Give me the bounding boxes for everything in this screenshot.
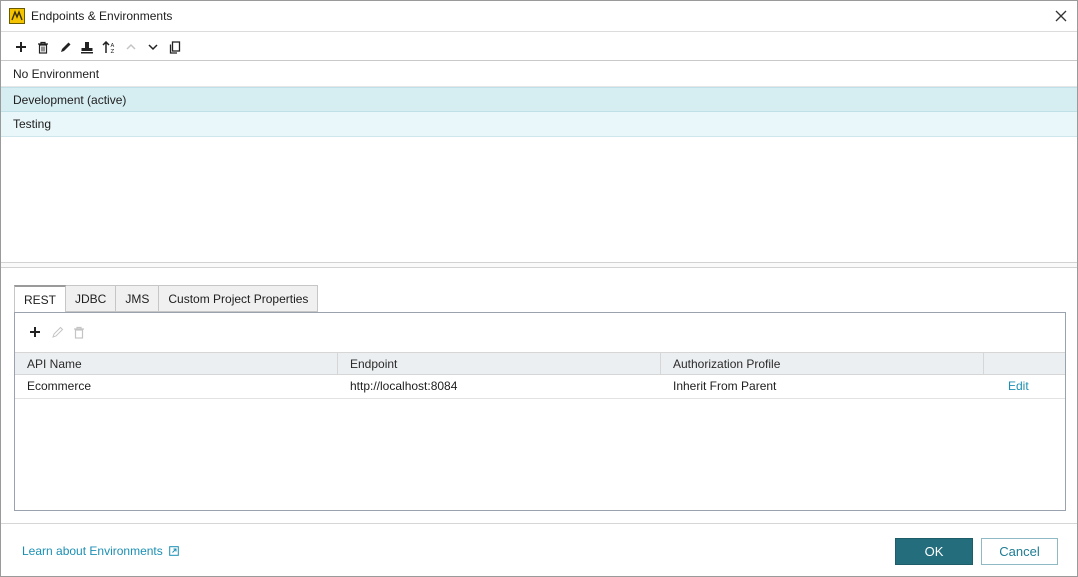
learn-link-label: Learn about Environments bbox=[22, 544, 163, 558]
add-icon bbox=[30, 327, 40, 337]
learn-about-environments-link[interactable]: Learn about Environments bbox=[22, 544, 179, 558]
copy-environment-button[interactable] bbox=[166, 38, 184, 56]
ok-button[interactable]: OK bbox=[895, 538, 973, 565]
endpoint-tabs: REST JDBC JMS Custom Project Properties bbox=[14, 285, 319, 313]
panel-splitter[interactable] bbox=[1, 262, 1077, 268]
close-icon bbox=[1055, 10, 1067, 22]
move-up-icon bbox=[126, 43, 136, 50]
column-header-endpoint[interactable]: Endpoint bbox=[338, 353, 661, 375]
delete-endpoint-button[interactable] bbox=[71, 324, 87, 340]
edit-endpoint-button[interactable] bbox=[49, 324, 65, 340]
activate-environment-button[interactable] bbox=[78, 38, 96, 56]
move-down-icon bbox=[148, 44, 158, 51]
delete-icon bbox=[38, 41, 48, 54]
delete-environment-button[interactable] bbox=[34, 38, 52, 56]
dialog-window: Endpoints & Environments AZ No Environme… bbox=[0, 0, 1078, 577]
column-header-authorization-profile[interactable]: Authorization Profile bbox=[661, 353, 984, 375]
svg-text:Z: Z bbox=[110, 49, 114, 54]
tab-custom-project-properties[interactable]: Custom Project Properties bbox=[159, 285, 319, 312]
cancel-button[interactable]: Cancel bbox=[981, 538, 1058, 565]
window-title: Endpoints & Environments bbox=[31, 9, 173, 23]
environment-list: No Environment Development (active) Test… bbox=[1, 62, 1077, 262]
add-icon bbox=[16, 42, 26, 52]
edit-environment-button[interactable] bbox=[56, 38, 74, 56]
external-link-icon bbox=[168, 546, 179, 556]
sort-icon: AZ bbox=[101, 40, 114, 54]
rest-toolbar bbox=[15, 313, 1065, 351]
environment-item[interactable]: Development (active) bbox=[1, 87, 1077, 112]
move-down-button[interactable] bbox=[144, 38, 162, 56]
tab-rest[interactable]: REST bbox=[14, 285, 67, 313]
table-header: API Name Endpoint Authorization Profile bbox=[15, 352, 1065, 375]
delete-icon bbox=[74, 326, 84, 339]
environment-item[interactable]: No Environment bbox=[1, 62, 1077, 87]
footer-divider bbox=[1, 523, 1077, 524]
move-up-button[interactable] bbox=[122, 38, 140, 56]
sort-environments-button[interactable]: AZ bbox=[100, 38, 118, 56]
cell-actions: Edit bbox=[984, 375, 1065, 398]
cell-authorization-profile: Inherit From Parent bbox=[673, 379, 777, 393]
rest-tab-panel: API Name Endpoint Authorization Profile … bbox=[14, 312, 1066, 511]
app-logo-icon bbox=[9, 8, 25, 24]
add-endpoint-button[interactable] bbox=[27, 324, 43, 340]
edit-icon bbox=[51, 326, 63, 338]
environment-item[interactable]: Testing bbox=[1, 112, 1077, 137]
cell-endpoint: http://localhost:8084 bbox=[350, 379, 458, 393]
edit-link[interactable]: Edit bbox=[996, 379, 1029, 393]
environment-toolbar: AZ bbox=[1, 33, 1077, 61]
table-row[interactable]: Ecommerce http://localhost:8084 Inherit … bbox=[15, 375, 1065, 399]
close-button[interactable] bbox=[1051, 6, 1071, 26]
title-bar: Endpoints & Environments bbox=[1, 1, 1077, 32]
column-header-actions bbox=[984, 353, 1065, 375]
cell-api-name: Ecommerce bbox=[27, 379, 92, 393]
tab-jdbc[interactable]: JDBC bbox=[66, 285, 117, 312]
column-header-api-name[interactable]: API Name bbox=[15, 353, 338, 375]
add-environment-button[interactable] bbox=[12, 38, 30, 56]
edit-icon bbox=[60, 42, 70, 52]
rest-endpoints-table: API Name Endpoint Authorization Profile … bbox=[15, 352, 1065, 399]
stamp-icon bbox=[81, 41, 93, 53]
copy-icon bbox=[169, 40, 181, 54]
tab-jms[interactable]: JMS bbox=[116, 285, 160, 312]
